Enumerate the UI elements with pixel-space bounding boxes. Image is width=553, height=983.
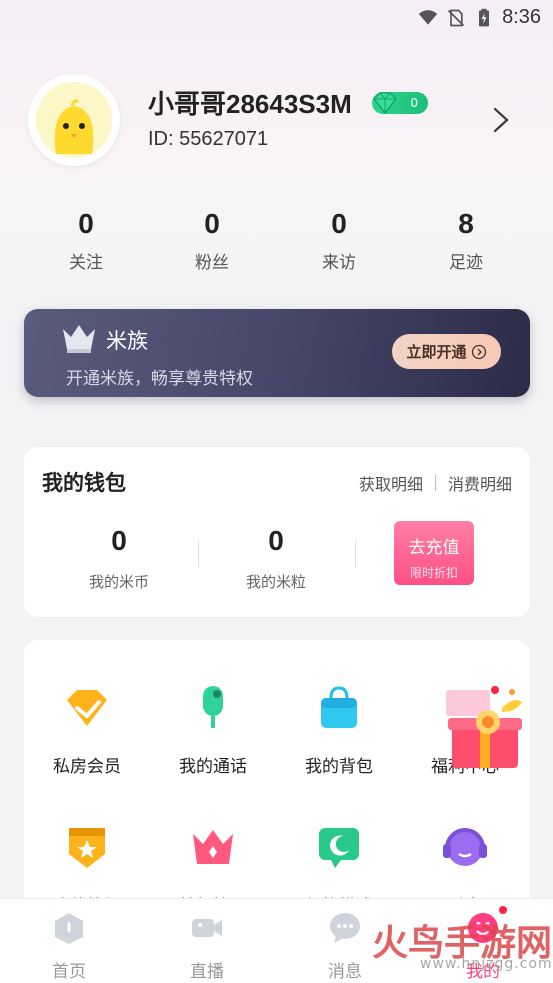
bag-icon [321,686,357,728]
level-number: 0 [410,96,418,110]
nav-label: 首页 [52,962,86,982]
diamond-icon [67,690,107,726]
vip-description: 开通米族，畅享尊贵特权 [66,369,253,389]
user-id: ID: 55627071 [148,128,269,150]
stat-footprints[interactable]: 8 足迹 [416,208,516,273]
stat-visitors[interactable]: 0 来访 [289,208,389,273]
nav-label: 直播 [190,962,224,982]
circle-arrow-icon [471,344,486,359]
divider [355,541,356,567]
battery-charging-icon [479,8,490,26]
recharge-label: 去充值 [408,538,460,558]
gift-box-icon [446,689,522,768]
recharge-sublabel: 限时折扣 [409,566,458,580]
video-camera-icon [192,919,222,937]
stat-value: 8 [458,208,474,239]
stat-following[interactable]: 0 关注 [36,208,136,273]
vip-open-label: 立即开通 [406,343,467,361]
grid-item-private-member[interactable]: 私房会员 [24,684,150,777]
wifi-icon [418,9,438,25]
divider [434,475,436,491]
stat-label: 足迹 [449,253,483,273]
chat-icon [330,913,360,943]
vip-card[interactable]: 米族 开通米族，畅享尊贵特权 立即开通 [24,309,530,397]
nav-live[interactable]: 直播 [138,911,276,982]
crown-icon [63,325,95,353]
grid-label: 我的通话 [179,757,247,777]
divider [198,541,199,567]
stat-label: 来访 [322,253,356,273]
avatar[interactable] [28,74,120,166]
grid-item-my-bag[interactable]: 我的背包 [276,684,402,777]
wallet-card: 我的钱包 获取明细 消费明细 0 我的米币 0 我的米粒 去充值 限时折扣 [24,447,530,617]
grains-label: 我的米粒 [245,573,306,591]
stat-label: 粉丝 [195,253,229,273]
stat-label: 关注 [69,253,103,273]
grains-value: 0 [268,525,284,556]
moon-icon [319,828,359,868]
microphone-icon [203,686,223,728]
chevron-right-icon[interactable] [490,106,512,134]
grid-item-my-calls[interactable]: 我的通话 [150,684,276,777]
stat-value: 0 [204,208,220,239]
status-bar: 8:36 [0,0,553,40]
watermark-url: www.hnjzgg.com [420,956,553,972]
stat-fans[interactable]: 0 粉丝 [162,208,262,273]
crown-icon [193,830,233,864]
wallet-title: 我的钱包 [42,471,126,495]
level-badge[interactable]: 0 [372,92,428,115]
chick-avatar-icon [54,99,94,154]
vip-title: 米族 [106,329,148,353]
home-icon [55,913,83,944]
recharge-button[interactable]: 去充值 限时折扣 [394,521,474,585]
income-detail-link[interactable]: 获取明细 [359,471,423,495]
coins-value: 0 [111,525,127,556]
stats-row: 0 关注 0 粉丝 0 来访 8 足迹 [0,208,553,288]
stat-value: 0 [78,208,94,239]
grid-label: 私房会员 [53,757,121,777]
expense-detail-link[interactable]: 消费明细 [448,471,512,495]
status-time: 8:36 [502,6,541,28]
grid-label: 我的背包 [305,757,373,777]
gem-icon [372,92,398,115]
no-sim-icon [447,9,465,26]
stat-value: 0 [331,208,347,239]
vip-open-button[interactable]: 立即开通 [392,334,501,369]
nav-home[interactable]: 首页 [0,911,138,982]
coins-label: 我的米币 [88,573,149,591]
floating-gift-button[interactable] [442,682,528,774]
username: 小哥哥28643S3M [148,89,352,119]
notification-dot [489,684,501,696]
level-badge-icon [69,828,105,868]
headset-icon [443,828,487,866]
